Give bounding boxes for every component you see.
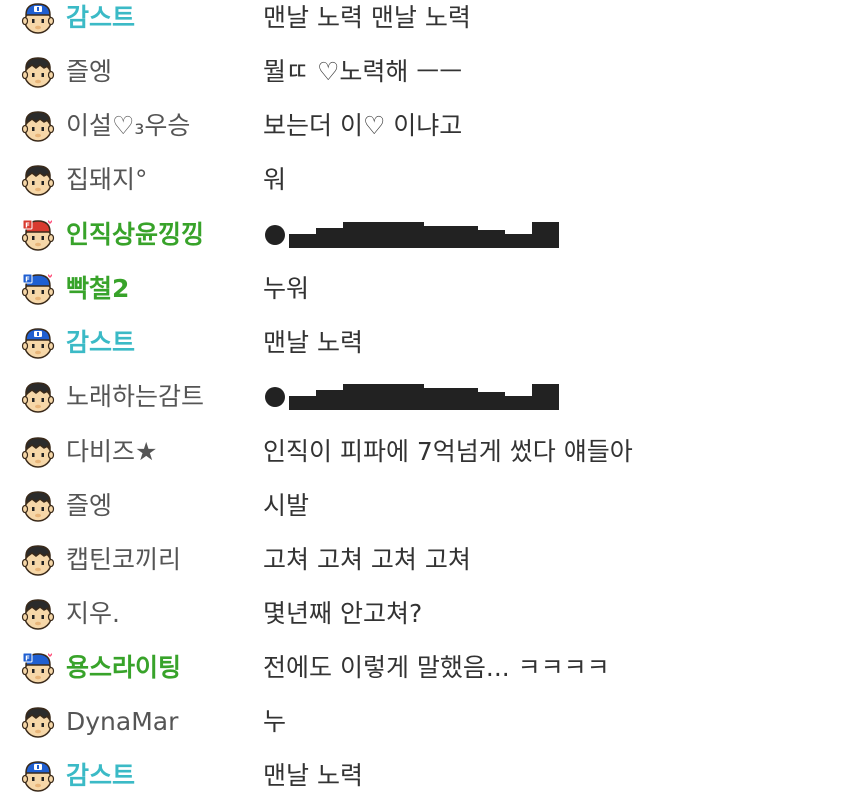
chat-message-row: 감스트 맨날 노력 맨날 노력: [0, 0, 850, 40]
chat-message-text: 누워: [263, 274, 310, 303]
chat-message-row: 지우. 몇년째 안고쳐?: [0, 596, 850, 636]
chat-log: 감스트 맨날 노력 맨날 노력 즐엥 뭘ㄸ ♡노력해 ㅡㅡ 이설♡₃우승 보는더 이♡…: [0, 0, 850, 799]
blue-cap-avatar-icon[interactable]: [20, 758, 56, 794]
default-avatar-icon[interactable]: [20, 488, 56, 524]
chat-message-text: 몇년째 안고쳐?: [263, 599, 423, 628]
default-avatar-icon[interactable]: [20, 108, 56, 144]
chat-message-row: DynaMar 누: [0, 704, 850, 744]
chat-message-row: F 인직상윤낑낑: [0, 217, 850, 257]
chat-message-row: 즐엥 뭘ㄸ ♡노력해 ㅡㅡ: [0, 54, 850, 94]
censor-block: [316, 390, 343, 410]
chat-nickname[interactable]: 집돼지°: [66, 162, 148, 198]
chat-nickname[interactable]: 캡틴코끼리: [66, 542, 181, 578]
default-avatar-icon[interactable]: [20, 596, 56, 632]
chat-message-row: 다비즈★ 인직이 피파에 7억넘게 썼다 얘들아: [0, 434, 850, 474]
chat-message-text: 시발: [263, 491, 310, 520]
censor-block: [343, 384, 370, 410]
default-avatar-icon[interactable]: [20, 542, 56, 578]
chat-message-text: 뭘ㄸ ♡노력해 ㅡㅡ: [263, 57, 463, 86]
svg-text:F: F: [25, 276, 30, 284]
censor-block: [478, 230, 505, 248]
chat-message-row: 이설♡₃우승 보는더 이♡ 이냐고: [0, 108, 850, 148]
chat-nickname[interactable]: 즐엥: [66, 488, 112, 524]
chat-message-row: 집돼지° 워: [0, 162, 850, 202]
chat-message-row: 노래하는감트: [0, 379, 850, 419]
chat-message-text: 누: [263, 707, 287, 736]
chat-nickname[interactable]: 인직상윤낑낑: [66, 217, 204, 253]
censor-block: [424, 226, 451, 248]
chat-nickname[interactable]: 용스라이팅: [66, 650, 181, 686]
censor-block: [424, 388, 451, 410]
censor-block: [478, 392, 505, 410]
default-avatar-icon[interactable]: [20, 704, 56, 740]
censored-message: [263, 379, 563, 415]
censor-block: [289, 234, 316, 248]
chat-message-row: 즐엥 시발: [0, 488, 850, 528]
censor-block: [532, 222, 559, 248]
svg-text:F: F: [25, 655, 30, 663]
censor-block: [289, 396, 316, 410]
default-avatar-icon[interactable]: [20, 162, 56, 198]
censor-block: [451, 226, 478, 248]
chat-nickname[interactable]: 노래하는감트: [66, 379, 204, 415]
fan-blue-cap-avatar-icon[interactable]: F: [20, 650, 56, 686]
censor-block: [370, 222, 397, 248]
censor-block: [397, 384, 424, 410]
chat-message-text: 보는더 이♡ 이냐고: [263, 111, 463, 140]
chat-message-text: 맨날 노력: [263, 328, 363, 357]
censor-block: [532, 384, 559, 410]
chat-message-row: F 빡철2 누워: [0, 271, 850, 311]
censor-block: [343, 222, 370, 248]
chat-message-row: 감스트 맨날 노력: [0, 758, 850, 798]
chat-nickname[interactable]: 감스트: [66, 325, 135, 361]
fan-red-cap-avatar-icon[interactable]: F: [20, 217, 56, 253]
chat-message-text: 인직이 피파에 7억넘게 썼다 얘들아: [263, 437, 633, 466]
fan-blue-cap-avatar-icon[interactable]: F: [20, 271, 56, 307]
chat-nickname[interactable]: 빡철2: [66, 271, 129, 307]
default-avatar-icon[interactable]: [20, 379, 56, 415]
chat-message-text: 전에도 이렇게 말했음... ㅋㅋㅋㅋ: [263, 653, 610, 682]
chat-nickname[interactable]: DynaMar: [66, 704, 178, 740]
blue-cap-avatar-icon[interactable]: [20, 0, 56, 36]
chat-nickname[interactable]: 즐엥: [66, 54, 112, 90]
censor-block: [370, 384, 397, 410]
svg-text:F: F: [25, 222, 30, 230]
censor-dot: [265, 225, 285, 245]
chat-message-text: 맨날 노력: [263, 761, 363, 790]
censor-block: [505, 396, 532, 410]
chat-message-row: F 용스라이팅 전에도 이렇게 말했음... ㅋㅋㅋㅋ: [0, 650, 850, 690]
censor-dot: [265, 387, 285, 407]
chat-nickname[interactable]: 감스트: [66, 0, 135, 36]
censored-message: [263, 217, 563, 253]
default-avatar-icon[interactable]: [20, 434, 56, 470]
chat-message-text: 맨날 노력 맨날 노력: [263, 3, 471, 32]
chat-nickname[interactable]: 다비즈★: [66, 434, 157, 470]
chat-nickname[interactable]: 감스트: [66, 758, 135, 794]
censor-block: [451, 388, 478, 410]
chat-message-text: 고쳐 고쳐 고쳐 고쳐: [263, 545, 471, 574]
chat-nickname[interactable]: 이설♡₃우승: [66, 108, 190, 144]
chat-message-text: 워: [263, 165, 287, 194]
censor-block: [505, 234, 532, 248]
chat-message-row: 캡틴코끼리 고쳐 고쳐 고쳐 고쳐: [0, 542, 850, 582]
chat-nickname[interactable]: 지우.: [66, 596, 120, 632]
chat-message-row: 감스트 맨날 노력: [0, 325, 850, 365]
censor-block: [397, 222, 424, 248]
default-avatar-icon[interactable]: [20, 54, 56, 90]
censor-block: [316, 228, 343, 248]
blue-cap-avatar-icon[interactable]: [20, 325, 56, 361]
